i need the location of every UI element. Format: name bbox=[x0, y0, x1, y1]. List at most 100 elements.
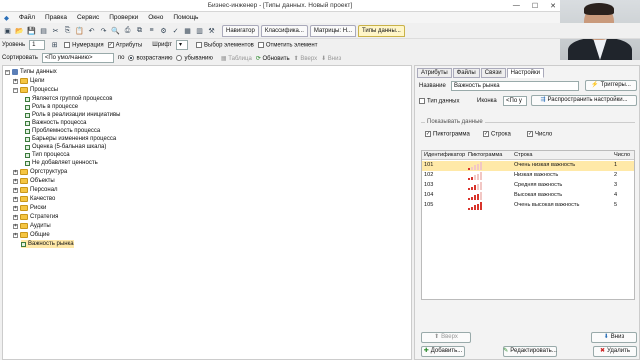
open-icon[interactable]: 📂 bbox=[14, 25, 25, 36]
table-row[interactable]: 102 Низкая важность 2 bbox=[422, 171, 634, 181]
refresh-button[interactable]: ⟳ Обновить bbox=[256, 55, 290, 62]
tree-item[interactable]: Является группой процессов bbox=[25, 95, 112, 103]
print-icon[interactable]: ⎙ bbox=[122, 25, 133, 36]
tree-item[interactable]: Не добавляет ценность bbox=[25, 159, 98, 167]
copy-icon[interactable]: ⎘ bbox=[62, 25, 73, 36]
copy-format-icon[interactable]: ⧉ bbox=[134, 25, 145, 36]
close-icon[interactable]: ✕ bbox=[550, 2, 556, 10]
column-pictogram[interactable]: Пиктограмма bbox=[468, 151, 502, 160]
select-elements-checkbox[interactable]: Выбор элементов bbox=[196, 41, 254, 48]
tree-item[interactable]: + Риски bbox=[13, 204, 46, 212]
properties-icon[interactable]: ≡ bbox=[146, 25, 157, 36]
string-label: Строка bbox=[491, 131, 511, 138]
data-type-checkbox[interactable]: Тип данных bbox=[419, 98, 459, 105]
tab-matrices[interactable]: Матрицы: Н... bbox=[309, 24, 357, 37]
string-checkbox[interactable]: ✓ Строка bbox=[483, 131, 511, 138]
tree-item[interactable]: + Персонал bbox=[13, 186, 58, 194]
icon-select[interactable]: <По у bbox=[503, 96, 527, 106]
save-icon[interactable]: 💾 bbox=[26, 25, 37, 36]
down-button[interactable]: ⬇ Вниз bbox=[321, 55, 341, 62]
reference-icon[interactable]: ▥ bbox=[194, 25, 205, 36]
menu-service[interactable]: Сервис bbox=[77, 14, 99, 21]
cut-icon[interactable]: ✂ bbox=[50, 25, 61, 36]
tree-item-label: Оргструктура bbox=[30, 169, 68, 175]
tab-classifier[interactable]: Классифика... bbox=[260, 24, 308, 37]
triggers-button[interactable]: ⚡ Триггеры... bbox=[585, 80, 637, 91]
add-button[interactable]: ✚ Добавить... bbox=[421, 346, 465, 357]
font-select[interactable]: ▾ bbox=[176, 40, 188, 50]
menu-file[interactable]: Файл bbox=[19, 14, 35, 21]
model-icon[interactable]: ⚙ bbox=[158, 25, 169, 36]
tree-item-label: Цели bbox=[30, 78, 45, 84]
attributes-checkbox[interactable]: ✓ Атрибуты bbox=[107, 41, 142, 48]
tree-item-label: Объекты bbox=[30, 178, 55, 184]
menu-window[interactable]: Окно bbox=[148, 14, 163, 21]
table-button[interactable]: ▦ Таблица bbox=[221, 55, 252, 62]
tree-item[interactable]: Оценка (5-бальная шкала) bbox=[25, 143, 106, 151]
tree-item[interactable]: + Общие bbox=[13, 231, 50, 239]
column-string[interactable]: Строка bbox=[514, 151, 533, 160]
tab-links[interactable]: Связи bbox=[480, 68, 506, 78]
table-row[interactable]: 104 Высокая важность 4 bbox=[422, 191, 634, 201]
tree-root[interactable]: − Типы данных bbox=[5, 68, 57, 76]
report-icon[interactable]: ▦ bbox=[182, 25, 193, 36]
delete-button[interactable]: ✖ Удалить bbox=[593, 346, 637, 357]
tree-item[interactable]: + Цели bbox=[13, 77, 44, 85]
tree-item[interactable]: Важность процесса bbox=[25, 119, 87, 127]
signal-bars-icon bbox=[468, 162, 482, 170]
app-logo-icon[interactable]: ◆ bbox=[4, 14, 9, 22]
number-checkbox[interactable]: ✓ Число bbox=[527, 131, 552, 138]
tab-data-types[interactable]: Типы данны... bbox=[358, 24, 405, 37]
name-input[interactable]: Важность рынка bbox=[451, 81, 579, 91]
tree-item[interactable]: + Объекты bbox=[13, 177, 55, 185]
level-input[interactable]: 1 bbox=[29, 40, 46, 50]
expand-icon[interactable]: ⊞ bbox=[49, 40, 60, 51]
undo-icon[interactable]: ↶ bbox=[86, 25, 97, 36]
tree-item[interactable]: Роль в процессе bbox=[25, 103, 78, 111]
minimize-icon[interactable]: — bbox=[513, 2, 520, 10]
menu-help[interactable]: Помощь bbox=[173, 14, 198, 21]
tree-item[interactable]: + Стратегия bbox=[13, 213, 58, 221]
table-row[interactable]: 105 Очень высокая важность 5 bbox=[422, 201, 634, 211]
tree-item[interactable]: + Оргструктура bbox=[13, 168, 67, 176]
mark-element-checkbox[interactable]: Отметить элемент bbox=[257, 41, 317, 48]
tree-item[interactable]: Проблемность процесса bbox=[25, 127, 100, 135]
tree-item[interactable]: + Аудиты bbox=[13, 222, 51, 230]
menu-edit[interactable]: Правка bbox=[45, 14, 67, 21]
menu-checks[interactable]: Проверки bbox=[109, 14, 138, 21]
descending-radio[interactable]: убыванию bbox=[176, 54, 213, 61]
paste-icon[interactable]: 📋 bbox=[74, 25, 85, 36]
up-button[interactable]: ⬆ Вверх bbox=[294, 55, 317, 62]
edit-button[interactable]: ✎ Редактировать... bbox=[503, 346, 557, 357]
move-down-button[interactable]: ⬇ Вниз bbox=[591, 332, 637, 343]
tab-attributes[interactable]: Атрибуты bbox=[417, 68, 452, 78]
find-icon[interactable]: 🔍 bbox=[110, 25, 121, 36]
table-row[interactable]: 103 Средняя важность 3 bbox=[422, 181, 634, 191]
redo-icon[interactable]: ↷ bbox=[98, 25, 109, 36]
column-id[interactable]: Идентификатор bbox=[424, 151, 465, 160]
sort-select[interactable]: <По умолчанию> bbox=[41, 53, 114, 63]
tree-item[interactable]: Тип процесса bbox=[25, 151, 70, 159]
column-number[interactable]: Число bbox=[614, 151, 630, 160]
tree-item-label: Важность процесса bbox=[32, 120, 87, 126]
new-icon[interactable]: ▣ bbox=[2, 25, 13, 36]
move-up-button[interactable]: ⬆ Вверх bbox=[421, 332, 471, 343]
settings-icon[interactable]: ⚒ bbox=[206, 25, 217, 36]
save-all-icon[interactable]: ▤ bbox=[38, 25, 49, 36]
tree-item-selected[interactable]: Важность рынка bbox=[21, 240, 74, 248]
tree-item-label: Стратегия bbox=[30, 214, 59, 220]
tree-item[interactable]: − Процессы bbox=[13, 86, 58, 94]
tab-settings[interactable]: Настройки bbox=[506, 68, 544, 78]
maximize-icon[interactable]: ☐ bbox=[532, 2, 538, 10]
ascending-radio[interactable]: возрастанию bbox=[128, 54, 172, 61]
tree-item[interactable]: Роль в реализации инициативы bbox=[25, 111, 120, 119]
numbering-checkbox[interactable]: Нумерация bbox=[64, 41, 104, 48]
spread-settings-button[interactable]: ⇶ Распространить настройки... bbox=[531, 95, 637, 106]
tree-item[interactable]: + Качество bbox=[13, 195, 55, 203]
tree-item[interactable]: Барьеры изменения процесса bbox=[25, 135, 116, 143]
tab-files[interactable]: Файлы bbox=[452, 68, 480, 78]
table-row[interactable]: 101 Очень низкая важность 1 bbox=[422, 161, 634, 171]
tab-navigator[interactable]: Навигатор bbox=[222, 24, 259, 37]
pictogram-checkbox[interactable]: ✓ Пиктограмма bbox=[425, 131, 470, 138]
check-icon[interactable]: ✓ bbox=[170, 25, 181, 36]
